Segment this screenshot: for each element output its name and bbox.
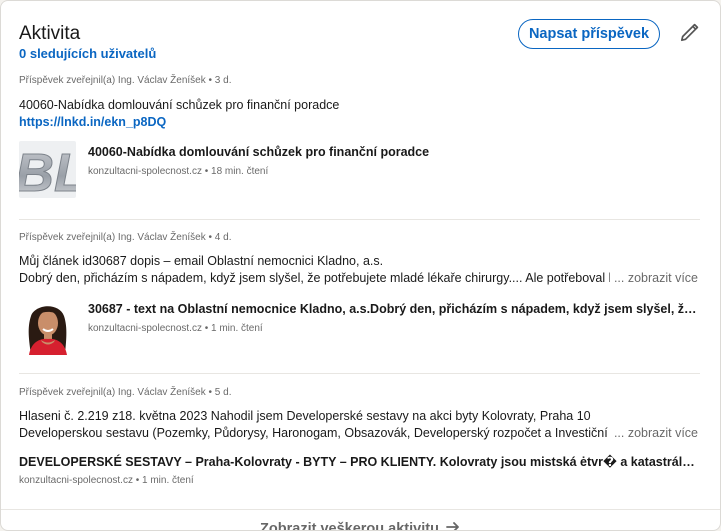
activity-post[interactable]: Příspěvek zveřejnil(a) Ing. Václav Ženíš… bbox=[19, 386, 698, 512]
activity-header: Aktivita 0 sledujících uživatelů Napsat … bbox=[19, 19, 702, 65]
post-attachment[interactable]: 30687 - text na Oblastní nemocnice Kladn… bbox=[19, 298, 698, 356]
attachment-title: 30687 - text na Oblastní nemocnice Kladn… bbox=[88, 302, 698, 316]
article-thumbnail bbox=[19, 298, 76, 355]
article-thumbnail: BL bbox=[19, 141, 76, 198]
write-post-button[interactable]: Napsat příspěvek bbox=[518, 19, 660, 49]
attachment-source: konzultacni-spolecnost.cz • 1 min. čtení bbox=[88, 323, 263, 334]
post-meta: Příspěvek zveřejnil(a) Ing. Václav Ženíš… bbox=[19, 387, 232, 398]
post-divider bbox=[19, 373, 700, 374]
post-text: Hlaseni č. 2.219 z18. května 2023 Nahodi… bbox=[19, 409, 591, 423]
activity-card: Aktivita 0 sledujících uživatelů Napsat … bbox=[0, 0, 721, 531]
attachment-title: DEVELOPERSKÉ SESTAVY – Praha-Kolovraty -… bbox=[19, 455, 698, 469]
activity-footer: Zobrazit veškerou aktivitu bbox=[1, 509, 720, 531]
show-all-activity-link[interactable]: Zobrazit veškerou aktivitu bbox=[260, 519, 461, 531]
post-text: Můj článek id30687 dopis – email Oblastn… bbox=[19, 254, 384, 268]
attachment-source: konzultacni-spolecnost.cz • 1 min. čtení bbox=[19, 475, 194, 486]
post-text-truncated: Developerskou sestavu (Pozemky, Půdorysy… bbox=[19, 425, 698, 442]
attachment-title: 40060-Nabídka domlouvání schůzek pro fin… bbox=[88, 145, 430, 159]
attachment-source: konzultacni-spolecnost.cz • 18 min. čten… bbox=[88, 166, 269, 177]
post-text: 40060-Nabídka domlouvání schůzek pro fin… bbox=[19, 98, 340, 112]
show-all-activity-label: Zobrazit veškerou aktivitu bbox=[260, 521, 439, 531]
activity-post[interactable]: Příspěvek zveřejnil(a) Ing. Václav Ženíš… bbox=[19, 231, 698, 356]
activity-post[interactable]: Příspěvek zveřejnil(a) Ing. Václav Ženíš… bbox=[19, 74, 698, 199]
followers-link[interactable]: 0 sledujících uživatelů bbox=[19, 46, 156, 61]
post-text-line: Developerskou sestavu (Pozemky, Půdorysy… bbox=[19, 426, 635, 440]
post-link[interactable]: https://lnkd.in/ekn_p8DQ bbox=[19, 114, 698, 131]
post-divider bbox=[19, 219, 700, 220]
see-more-link[interactable]: ... zobrazit více bbox=[609, 270, 698, 287]
post-attachment[interactable]: BL 40060-Nabídka domlouvání schůzek pro … bbox=[19, 141, 698, 199]
see-more-link[interactable]: ... zobrazit více bbox=[609, 425, 698, 442]
pencil-icon[interactable] bbox=[677, 21, 701, 45]
arrow-right-icon bbox=[445, 519, 461, 530]
post-meta: Příspěvek zveřejnil(a) Ing. Václav Ženíš… bbox=[19, 75, 232, 86]
post-text-line: Dobrý den, přicházím s nápadem, když jse… bbox=[19, 271, 636, 285]
post-meta: Příspěvek zveřejnil(a) Ing. Václav Ženíš… bbox=[19, 232, 232, 243]
post-attachment[interactable]: DEVELOPERSKÉ SESTAVY – Praha-Kolovraty -… bbox=[19, 454, 698, 512]
section-title: Aktivita bbox=[19, 23, 81, 44]
svg-text:BL: BL bbox=[19, 143, 76, 198]
post-text-truncated: Dobrý den, přicházím s nápadem, když jse… bbox=[19, 270, 698, 287]
